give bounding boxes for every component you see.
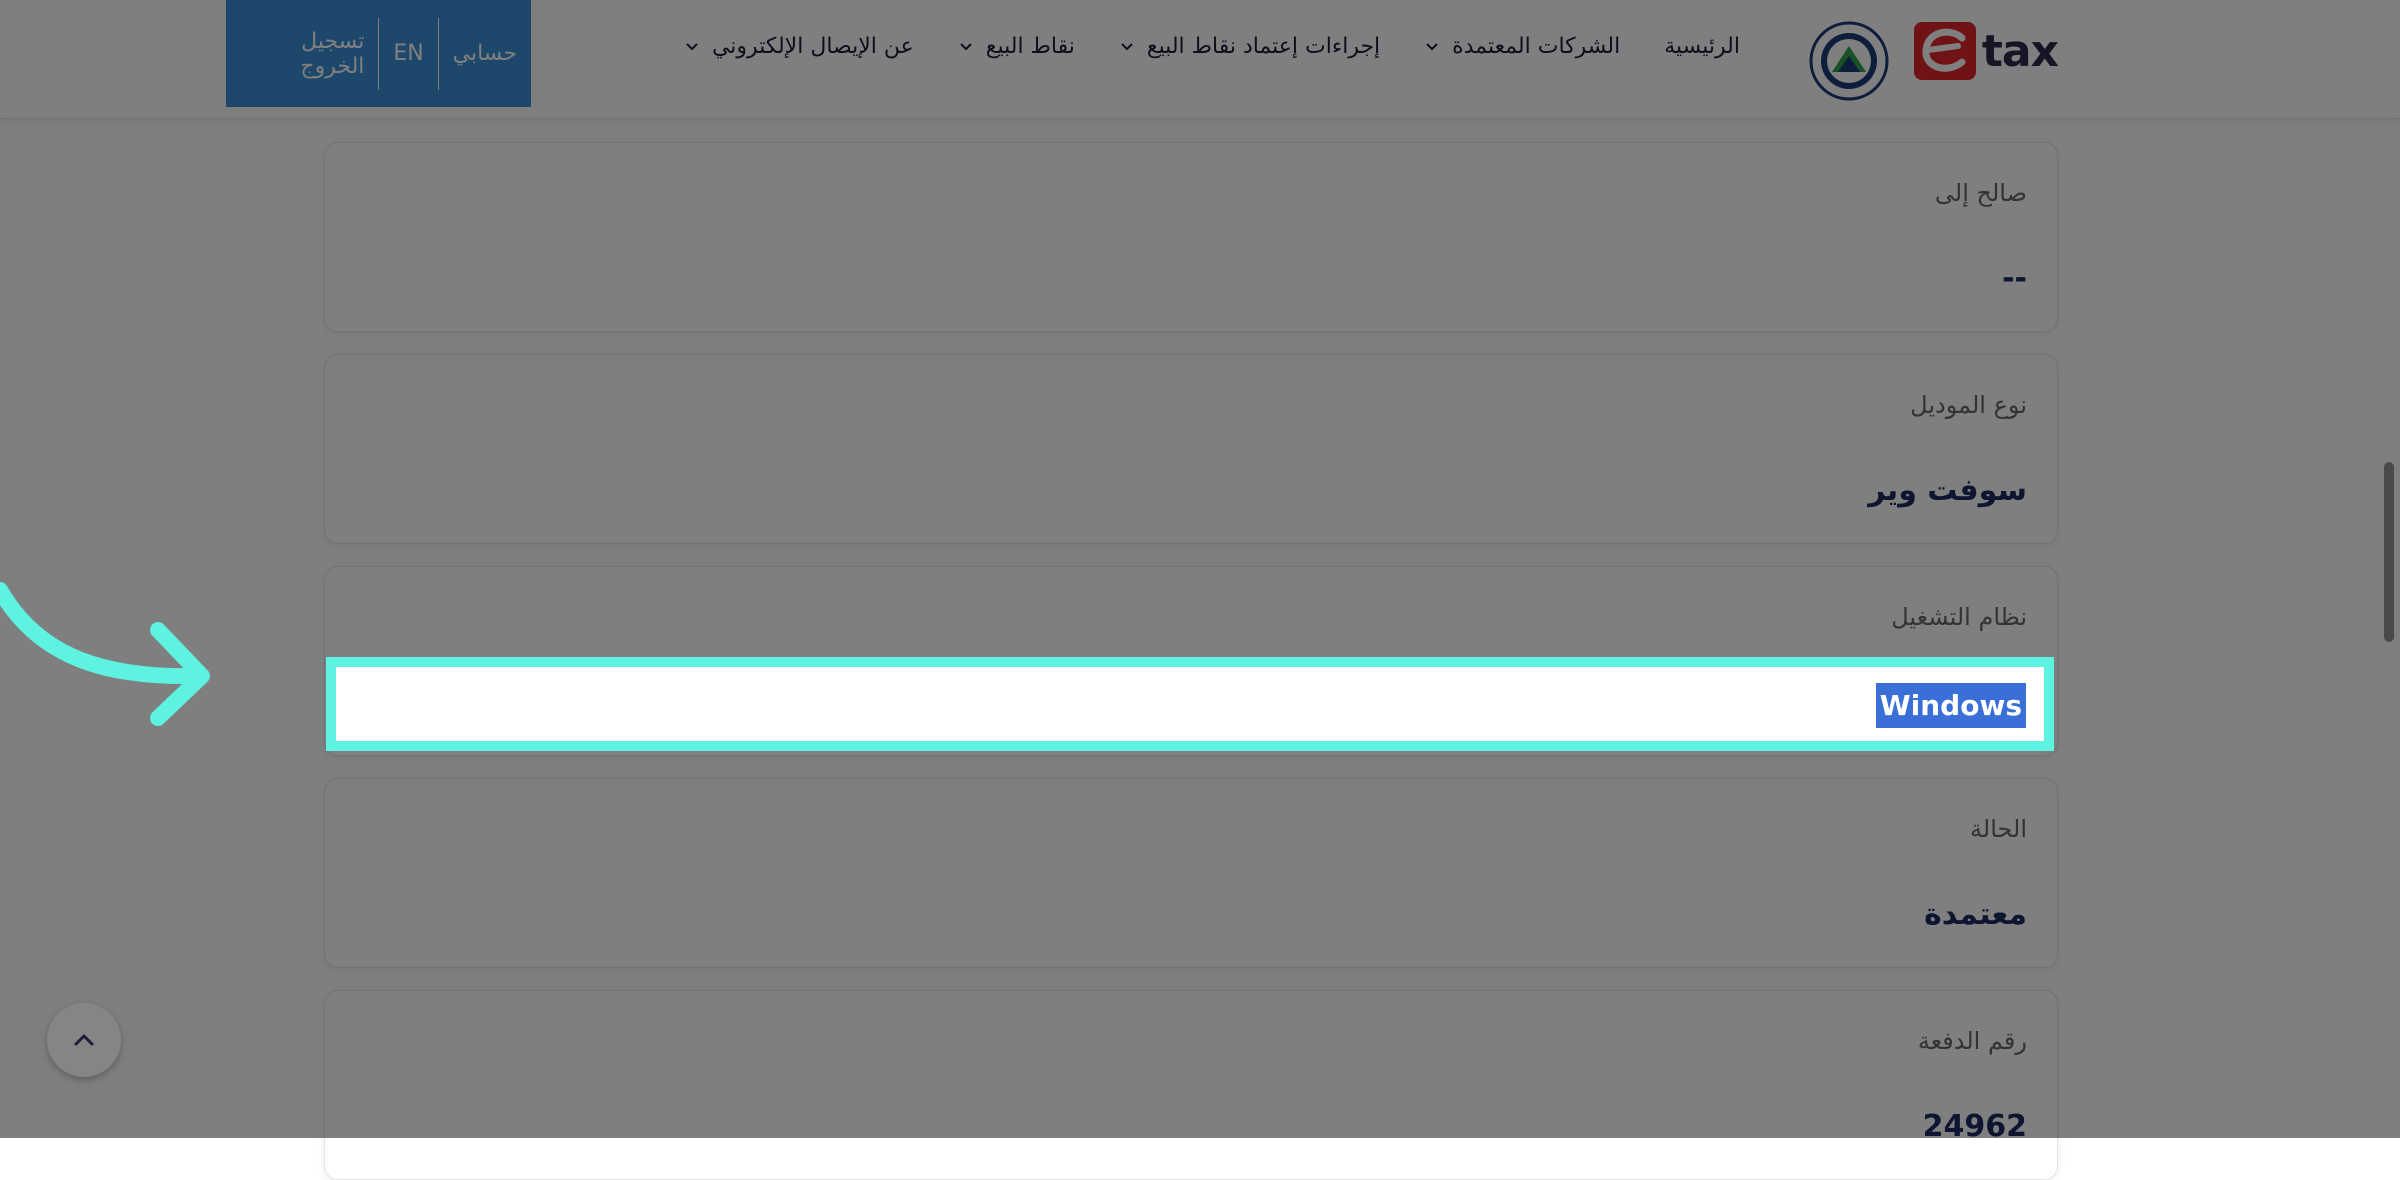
card-value: 24962 <box>1922 1109 2027 1144</box>
nav-home-label: الرئيسية <box>1664 34 1740 59</box>
info-card-batch-number: رقم الدفعة 24962 <box>324 990 2058 1180</box>
logout-link[interactable]: تسجيل الخروج <box>226 18 378 90</box>
my-account-link[interactable]: حسابي <box>439 18 531 90</box>
curved-arrow-icon <box>0 582 210 726</box>
card-value: معتمدة <box>1924 897 2027 932</box>
card-value: سوفت وير <box>1868 473 2027 508</box>
card-label: نوع الموديل <box>1910 391 2027 419</box>
nav-pos-certification-procedures-label: إجراءات إعتماد نقاط البيع <box>1146 34 1381 59</box>
back-to-top-button[interactable] <box>47 1003 121 1077</box>
top-navbar: tax الرئيسية الشركات المعتمدة إجراءات إع… <box>0 0 2400 119</box>
nav-about-e-receipt[interactable]: عن الإيصال الإلكتروني <box>684 34 914 59</box>
main-nav: الرئيسية الشركات المعتمدة إجراءات إعتماد… <box>684 34 1740 59</box>
highlighted-os-value: Windows <box>326 657 2054 751</box>
info-card-model-type: نوع الموديل سوفت وير <box>324 354 2058 544</box>
card-label: رقم الدفعة <box>1917 1027 2027 1055</box>
selected-text-windows[interactable]: Windows <box>1875 683 2026 728</box>
etax-logo[interactable]: tax <box>1913 22 2059 80</box>
chevron-down-icon <box>686 42 698 50</box>
nav-points-of-sale-label: نقاط البيع <box>985 34 1075 59</box>
divider <box>437 17 439 90</box>
card-label: الحالة <box>1970 815 2027 843</box>
logo-text: tax <box>1981 25 2059 77</box>
card-label: نظام التشغيل <box>1891 603 2027 631</box>
user-menu: حسابي EN تسجيل الخروج <box>226 0 531 107</box>
card-value: -- <box>2002 261 2027 296</box>
nav-certified-companies-label: الشركات المعتمدة <box>1452 34 1621 59</box>
nav-home[interactable]: الرئيسية <box>1664 34 1740 59</box>
chevron-down-icon <box>1426 42 1438 50</box>
nav-certified-companies[interactable]: الشركات المعتمدة <box>1424 34 1620 59</box>
card-label: صالح إلى <box>1934 179 2027 207</box>
chevron-up-icon <box>74 1034 94 1046</box>
page-scrollbar[interactable] <box>2384 462 2394 642</box>
info-card-valid-until: صالح إلى -- <box>324 142 2058 332</box>
nav-points-of-sale[interactable]: نقاط البيع <box>958 34 1075 59</box>
nav-pos-certification-procedures[interactable]: إجراءات إعتماد نقاط البيع <box>1119 34 1380 59</box>
info-card-status: الحالة معتمدة <box>324 778 2058 968</box>
chevron-down-icon <box>1121 42 1133 50</box>
chevron-down-icon <box>960 42 972 50</box>
nav-about-e-receipt-label: عن الإيصال الإلكتروني <box>711 34 914 59</box>
ministry-seal-icon <box>1809 21 1889 101</box>
divider <box>378 17 380 90</box>
language-toggle[interactable]: EN <box>379 18 437 90</box>
etax-logo-icon <box>1913 22 1976 80</box>
